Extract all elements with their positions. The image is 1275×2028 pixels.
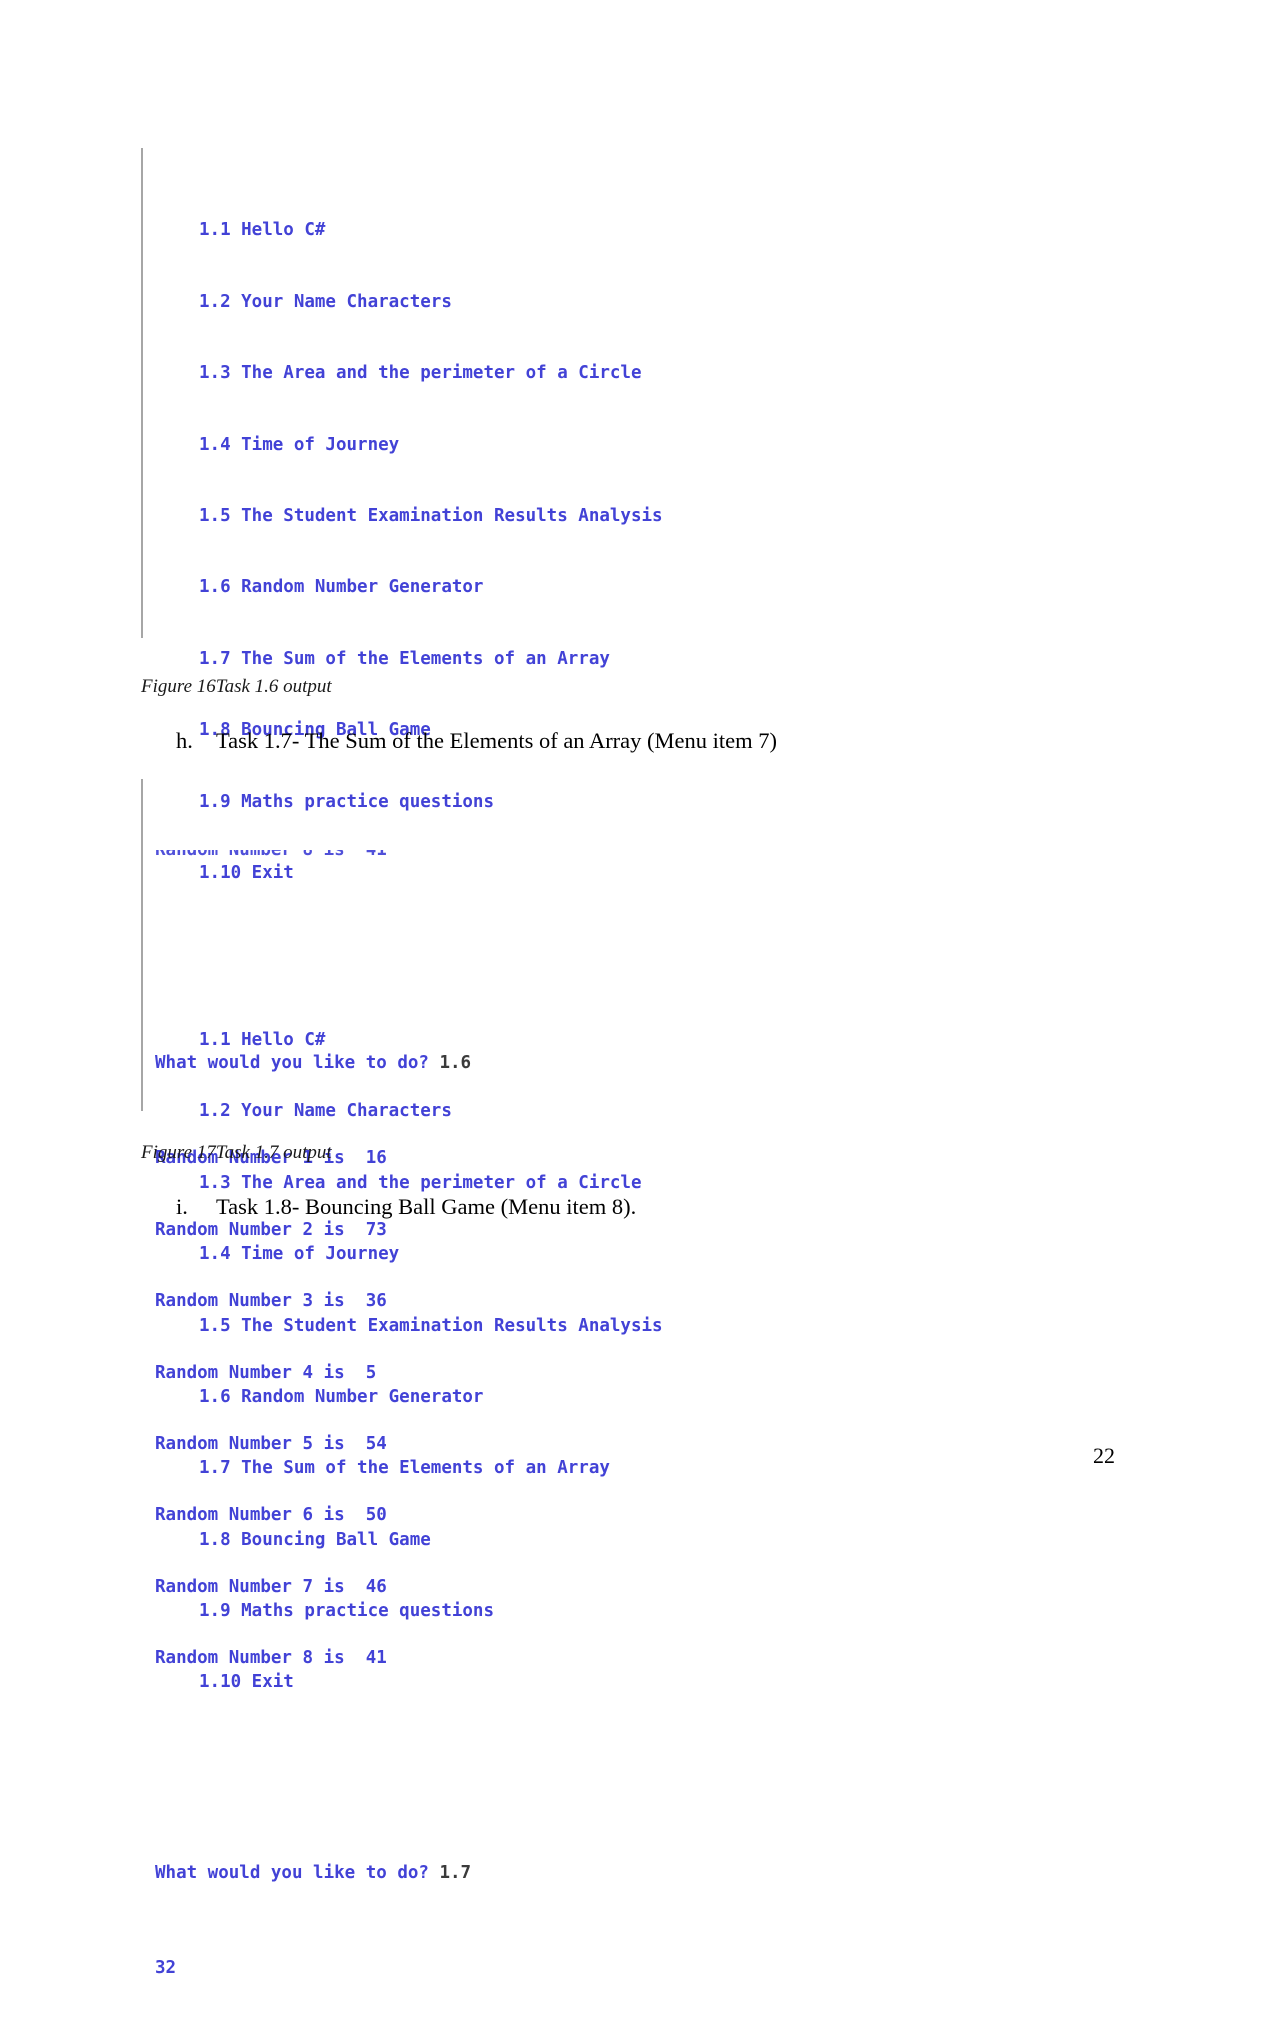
console-output-block-task-1-7: Random Number 8 is 41 1.1 Hello C# 1.2 Y…: [141, 779, 855, 1978]
menu-item-line: 1.5 The Student Examination Results Anal…: [199, 505, 663, 526]
figure-caption-16: Figure 16Task 1.6 output: [141, 676, 332, 697]
menu-item-line: 1.1 Hello C#: [199, 1029, 326, 1050]
page-number: 22: [1093, 1443, 1115, 1468]
figure-caption-17: Figure 17Task 1.7 output: [141, 1142, 332, 1163]
menu-item-line: 1.3 The Area and the perimeter of a Circ…: [199, 1172, 642, 1193]
list-marker: i.: [176, 1194, 188, 1219]
menu-item-line: 1.7 The Sum of the Elements of an Array: [199, 1458, 610, 1479]
menu-item-line: 1.8 Bouncing Ball Game: [199, 1529, 431, 1550]
menu-item-line: 1.1 Hello C#: [199, 220, 326, 241]
menu-item-line: 1.2 Your Name Characters: [199, 1101, 452, 1122]
console-prompt-text: What would you like to do?: [155, 1862, 440, 1883]
clipped-scroll-line-wrapper: Random Number 8 is 41: [155, 850, 855, 862]
menu-item-line: 1.6 Random Number Generator: [199, 577, 484, 598]
menu-item-line: 1.4 Time of Journey: [199, 434, 400, 455]
menu-item-line: 1.10 Exit: [199, 1672, 294, 1693]
task-heading-h: h. Task 1.7- The Sum of the Elements of a…: [176, 728, 777, 754]
document-page: 1.1 Hello C# 1.2 Your Name Characters 1.…: [0, 0, 1275, 1978]
console-output-line: 32: [155, 1958, 177, 1979]
console-prompt-answer: 1.7: [439, 1862, 472, 1883]
menu-item-line: 1.7 The Sum of the Elements of an Array: [199, 648, 610, 669]
menu-item-line: 1.2 Your Name Characters: [199, 291, 452, 312]
clipped-console-line: Random Number 8 is 41: [155, 850, 387, 861]
menu-item-line: 1.5 The Student Examination Results Anal…: [199, 1315, 663, 1336]
list-marker: h.: [176, 728, 193, 753]
task-heading-text: Task 1.7- The Sum of the Elements of an …: [216, 728, 778, 753]
menu-item-line: 1.3 The Area and the perimeter of a Circ…: [199, 363, 642, 384]
task-heading-text: Task 1.8- Bouncing Ball Game (Menu item …: [216, 1194, 637, 1219]
menu-item-line: 1.9 Maths practice questions: [199, 1601, 495, 1622]
console-prompt-line: What would you like to do? 1.7: [155, 1862, 855, 1886]
task-heading-i: i. Task 1.8- Bouncing Ball Game (Menu ite…: [176, 1194, 636, 1220]
console-output-block-task-1-6: 1.1 Hello C# 1.2 Your Name Characters 1.…: [141, 148, 855, 1668]
menu-item-line: 1.6 Random Number Generator: [199, 1386, 484, 1407]
menu-item-line: 1.4 Time of Journey: [199, 1244, 400, 1265]
